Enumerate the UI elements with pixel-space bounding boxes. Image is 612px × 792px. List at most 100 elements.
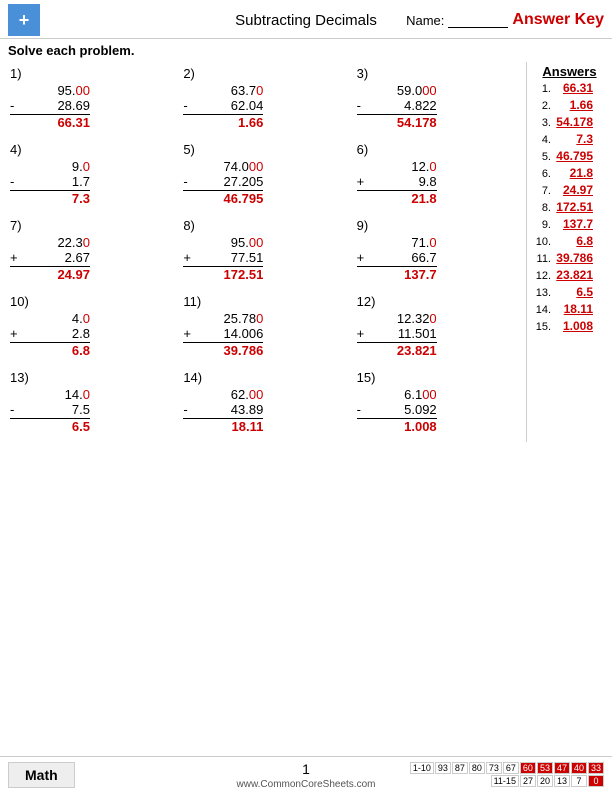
bottom-number-9: + 66.7 bbox=[357, 250, 437, 267]
math-block-12: 12.320 + 11.501 23.821 bbox=[357, 311, 437, 358]
top-number-1: 95.00 bbox=[10, 83, 90, 98]
problem-8: 8) 95.00 + 77.51 172.51 bbox=[179, 214, 348, 290]
answer-item-val-3: 54.178 bbox=[553, 115, 593, 129]
answer-4: 7.3 bbox=[10, 191, 90, 206]
problem-7: 7) 22.30 + 2.67 24.97 bbox=[6, 214, 175, 290]
top-number-5: 74.000 bbox=[183, 159, 263, 174]
answer-item-num-1: 1. bbox=[533, 83, 551, 95]
answer-panel-title: Answers bbox=[533, 64, 606, 79]
answer-7: 24.97 bbox=[10, 267, 90, 282]
bottom-number-3: - 4.822 bbox=[357, 98, 437, 115]
answer-11: 39.786 bbox=[183, 343, 263, 358]
top-number-10: 4.0 bbox=[10, 311, 90, 326]
bottom-number-5: - 27.205 bbox=[183, 174, 263, 191]
answer-item-val-14: 18.11 bbox=[553, 302, 593, 316]
problem-14: 14) 62.00 - 43.89 18.11 bbox=[179, 366, 348, 442]
answer-item-val-10: 6.8 bbox=[553, 234, 593, 248]
problem-num-12: 12) bbox=[357, 294, 522, 309]
top-number-2: 63.70 bbox=[183, 83, 263, 98]
problem-1: 1) 95.00 - 28.69 66.31 bbox=[6, 62, 175, 138]
problem-13: 13) 14.0 - 7.5 6.5 bbox=[6, 366, 175, 442]
bottom-number-15: - 5.092 bbox=[357, 402, 437, 419]
bottom-number-10: + 2.8 bbox=[10, 326, 90, 343]
answer-5: 46.795 bbox=[183, 191, 263, 206]
problem-num-6: 6) bbox=[357, 142, 522, 157]
problem-num-1: 1) bbox=[10, 66, 175, 81]
math-block-1: 95.00 - 28.69 66.31 bbox=[10, 83, 90, 130]
answer-item-val-13: 6.5 bbox=[553, 285, 593, 299]
answer-13: 6.5 bbox=[10, 419, 90, 434]
footer-stats: 1-10 93 87 80 73 67 60 53 47 40 33 11-15… bbox=[410, 762, 604, 787]
math-block-7: 22.30 + 2.67 24.97 bbox=[10, 235, 90, 282]
bottom-number-11: + 14.006 bbox=[183, 326, 263, 343]
answer-item-13: 13. 6.5 bbox=[533, 285, 606, 299]
top-number-14: 62.00 bbox=[183, 387, 263, 402]
answer-panel: Answers 1. 66.31 2. 1.66 3. 54.178 4. 7.… bbox=[526, 62, 606, 442]
top-number-12: 12.320 bbox=[357, 311, 437, 326]
footer-math-box: Math bbox=[8, 762, 75, 788]
answer-item-num-8: 8. bbox=[533, 202, 551, 214]
answer-item-num-13: 13. bbox=[533, 287, 551, 299]
answer-item-val-8: 172.51 bbox=[553, 200, 593, 214]
problem-num-8: 8) bbox=[183, 218, 348, 233]
answer-item-num-4: 4. bbox=[533, 134, 551, 146]
answer-item-11: 11. 39.786 bbox=[533, 251, 606, 265]
problem-num-7: 7) bbox=[10, 218, 175, 233]
math-block-5: 74.000 - 27.205 46.795 bbox=[183, 159, 263, 206]
problem-num-5: 5) bbox=[183, 142, 348, 157]
answer-item-num-12: 12. bbox=[533, 270, 551, 282]
problem-num-13: 13) bbox=[10, 370, 175, 385]
answer-item-8: 8. 172.51 bbox=[533, 200, 606, 214]
answer-12: 23.821 bbox=[357, 343, 437, 358]
problem-10: 10) 4.0 + 2.8 6.8 bbox=[6, 290, 175, 366]
problems-grid: 1) 95.00 - 28.69 66.31 2) 63.70 - 62.04 … bbox=[6, 62, 522, 442]
problem-num-15: 15) bbox=[357, 370, 522, 385]
answer-item-14: 14. 18.11 bbox=[533, 302, 606, 316]
top-number-15: 6.100 bbox=[357, 387, 437, 402]
bottom-number-1: - 28.69 bbox=[10, 98, 90, 115]
bottom-number-13: - 7.5 bbox=[10, 402, 90, 419]
answer-8: 172.51 bbox=[183, 267, 263, 282]
answer-2: 1.66 bbox=[183, 115, 263, 130]
answer-6: 21.8 bbox=[357, 191, 437, 206]
math-block-15: 6.100 - 5.092 1.008 bbox=[357, 387, 437, 434]
answer-item-num-5: 5. bbox=[533, 151, 551, 163]
answer-item-2: 2. 1.66 bbox=[533, 98, 606, 112]
problem-11: 11) 25.780 + 14.006 39.786 bbox=[179, 290, 348, 366]
answer-item-num-10: 10. bbox=[533, 236, 551, 248]
answer-item-val-15: 1.008 bbox=[553, 319, 593, 333]
problem-num-14: 14) bbox=[183, 370, 348, 385]
bottom-number-4: - 1.7 bbox=[10, 174, 90, 191]
bottom-number-6: + 9.8 bbox=[357, 174, 437, 191]
problems-area: 1) 95.00 - 28.69 66.31 2) 63.70 - 62.04 … bbox=[6, 62, 526, 442]
answer-item-9: 9. 137.7 bbox=[533, 217, 606, 231]
answer-item-3: 3. 54.178 bbox=[533, 115, 606, 129]
page-number: 1 bbox=[302, 761, 310, 777]
answer-item-12: 12. 23.821 bbox=[533, 268, 606, 282]
answer-item-val-7: 24.97 bbox=[553, 183, 593, 197]
problem-num-4: 4) bbox=[10, 142, 175, 157]
math-block-14: 62.00 - 43.89 18.11 bbox=[183, 387, 263, 434]
bottom-number-14: - 43.89 bbox=[183, 402, 263, 419]
answer-item-7: 7. 24.97 bbox=[533, 183, 606, 197]
problem-num-11: 11) bbox=[183, 294, 348, 309]
bottom-number-8: + 77.51 bbox=[183, 250, 263, 267]
math-block-6: 12.0 + 9.8 21.8 bbox=[357, 159, 437, 206]
top-number-6: 12.0 bbox=[357, 159, 437, 174]
answer-item-num-15: 15. bbox=[533, 321, 551, 333]
footer: Math www.CommonCoreSheets.com 1 1-10 93 … bbox=[0, 756, 612, 792]
math-block-2: 63.70 - 62.04 1.66 bbox=[183, 83, 263, 130]
top-number-9: 71.0 bbox=[357, 235, 437, 250]
top-number-11: 25.780 bbox=[183, 311, 263, 326]
answer-key-label: Answer Key bbox=[512, 11, 604, 29]
answer-item-5: 5. 46.795 bbox=[533, 149, 606, 163]
problem-15: 15) 6.100 - 5.092 1.008 bbox=[353, 366, 522, 442]
answer-item-10: 10. 6.8 bbox=[533, 234, 606, 248]
math-block-9: 71.0 + 66.7 137.7 bbox=[357, 235, 437, 282]
answer-15: 1.008 bbox=[357, 419, 437, 434]
answer-item-val-11: 39.786 bbox=[553, 251, 593, 265]
bottom-number-12: + 11.501 bbox=[357, 326, 437, 343]
page-title: Subtracting Decimals bbox=[235, 12, 377, 29]
answer-item-6: 6. 21.8 bbox=[533, 166, 606, 180]
answer-item-1: 1. 66.31 bbox=[533, 81, 606, 95]
